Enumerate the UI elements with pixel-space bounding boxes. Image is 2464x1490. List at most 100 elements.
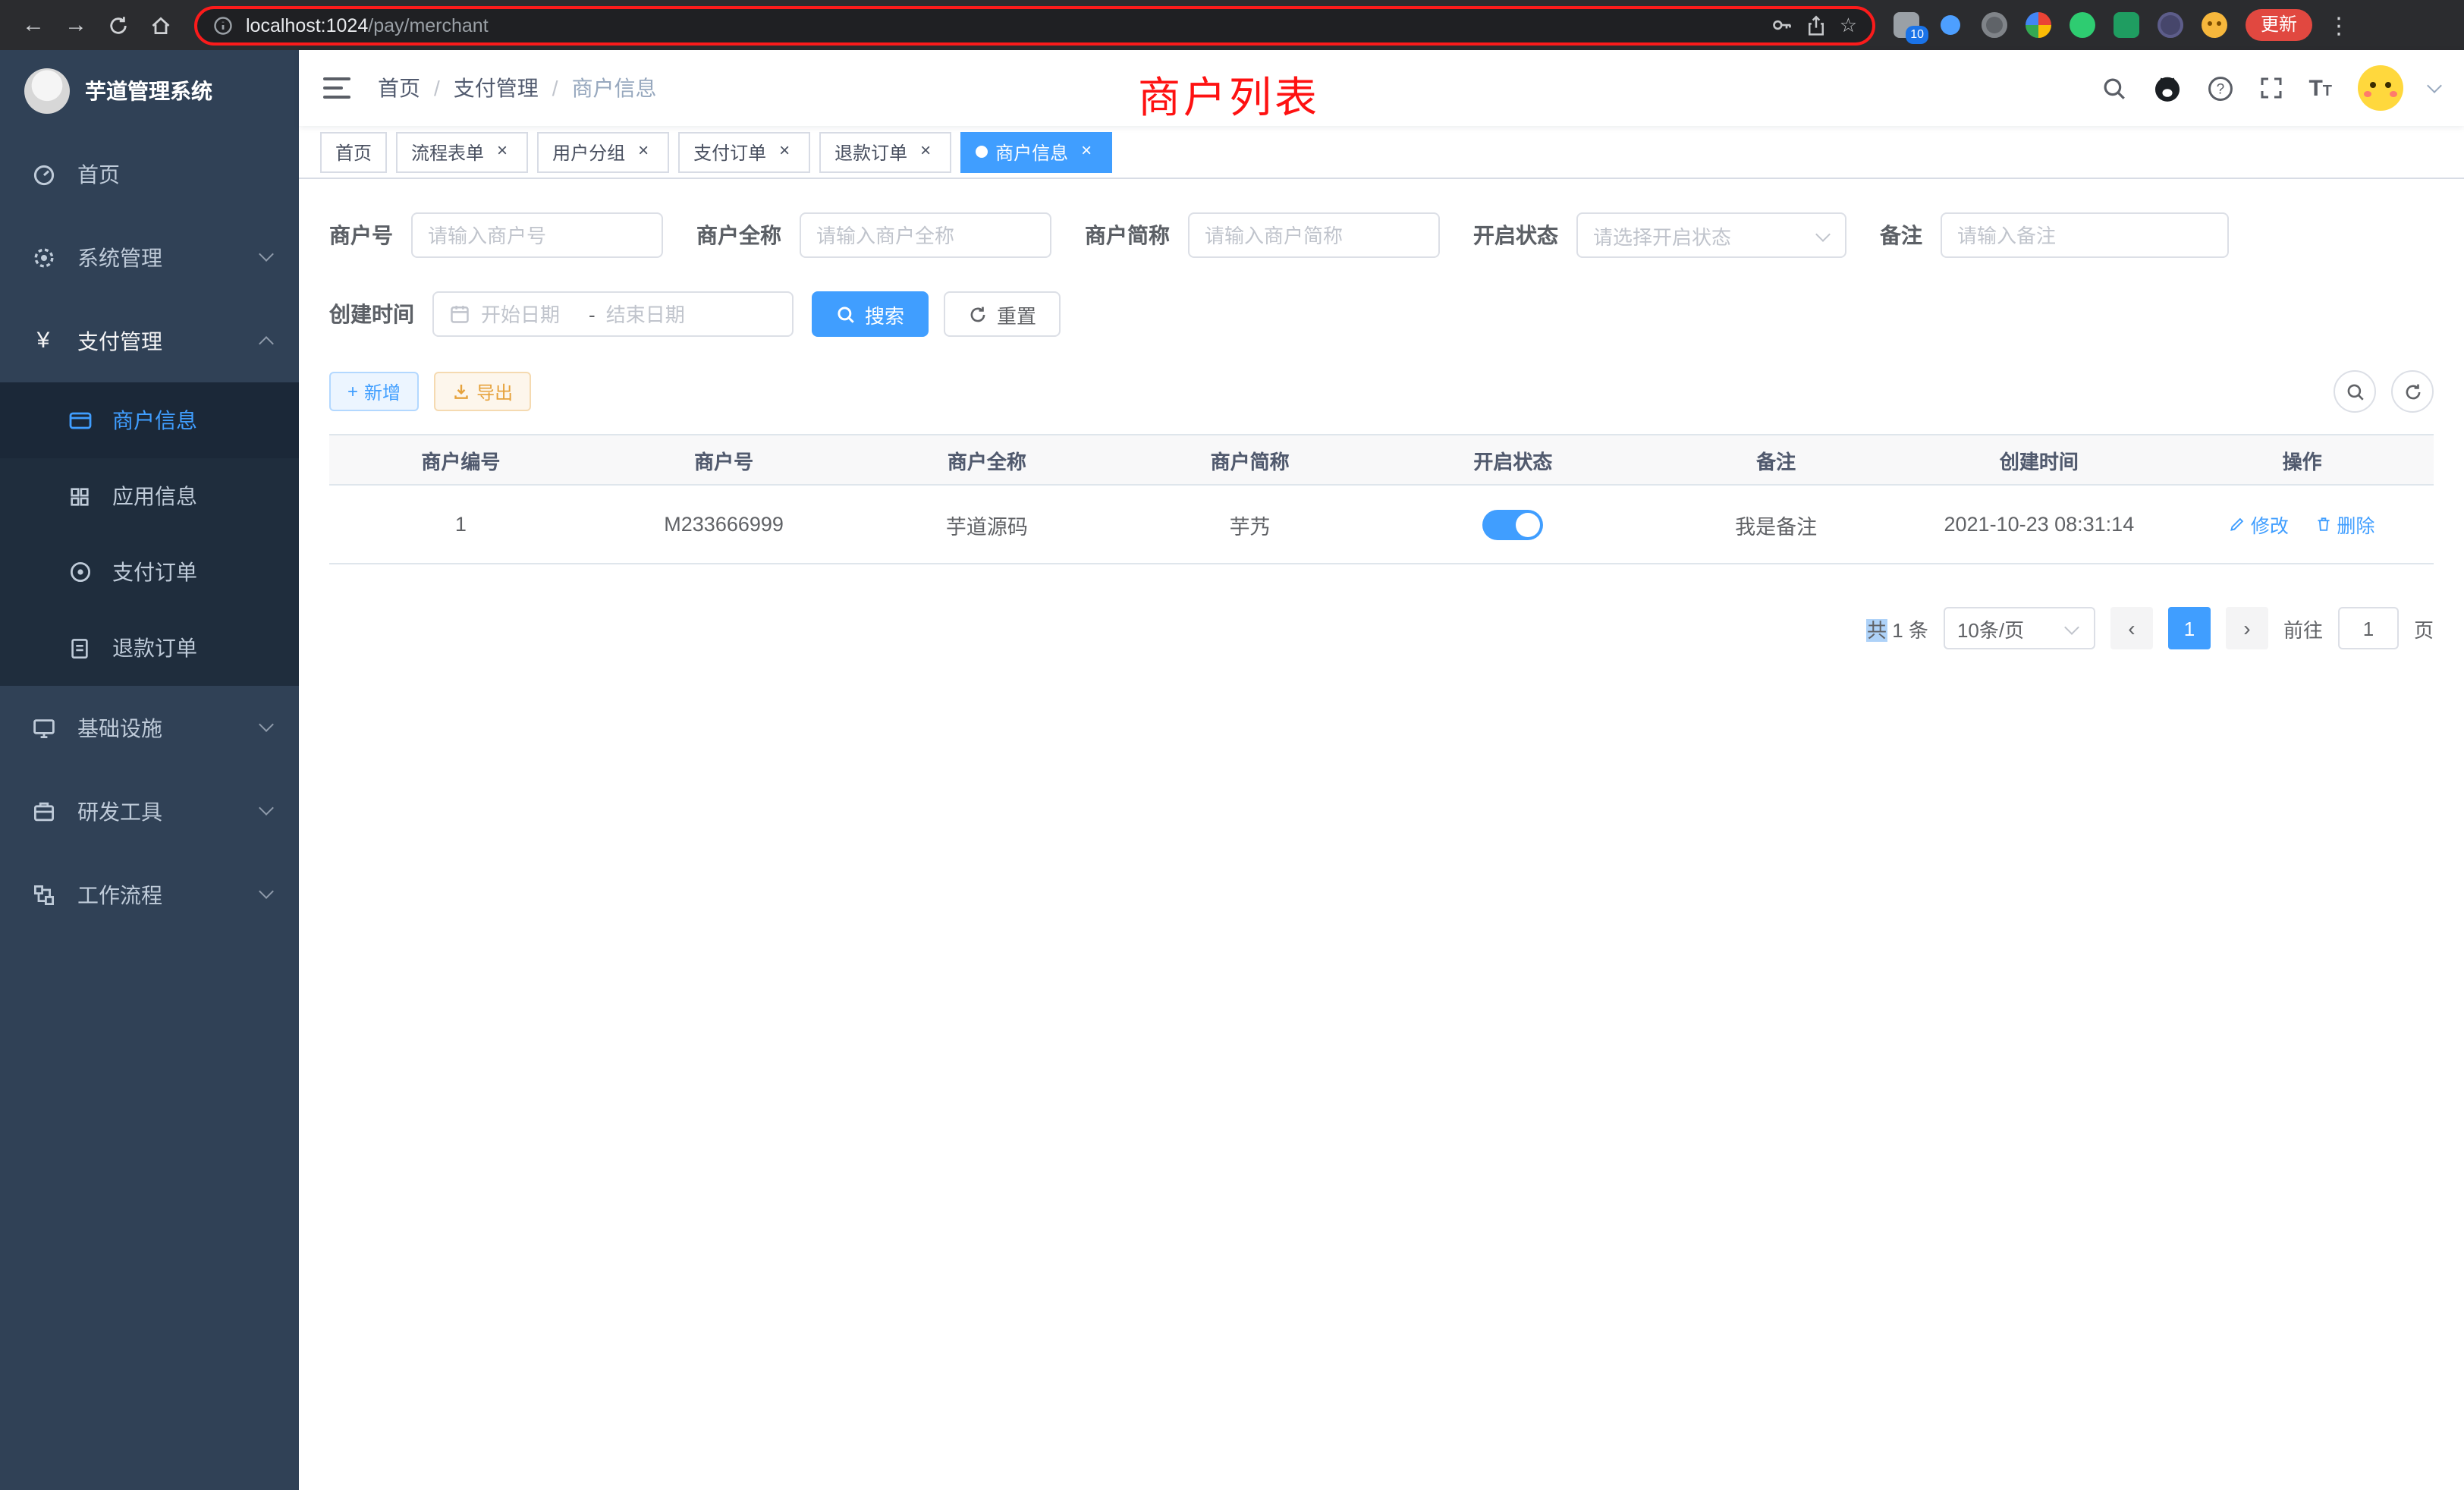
add-button[interactable]: + 新增 [329, 372, 419, 411]
sidebar-item-infrastructure[interactable]: 基础设施 [0, 686, 299, 769]
sidebar-item-workflow[interactable]: 工作流程 [0, 853, 299, 936]
prev-page-button[interactable]: ‹ [2110, 607, 2153, 649]
close-icon[interactable]: × [915, 141, 936, 162]
date-start-input[interactable] [481, 303, 578, 325]
extension-icon[interactable] [2026, 12, 2051, 38]
delete-link[interactable]: 删除 [2315, 510, 2374, 539]
sidebar-item-payment[interactable]: ¥ 支付管理 [0, 299, 299, 382]
column-header: 创建时间 [1908, 435, 2171, 485]
table-toolbar: + 新增 导出 [329, 370, 2434, 413]
chevron-down-icon [1815, 227, 1831, 242]
remark-input[interactable] [1941, 212, 2229, 258]
extension-icon[interactable] [2114, 12, 2139, 38]
pagination-total: 共 1 条 [1867, 614, 1928, 643]
filter-row-2: 创建时间 - 搜索 重置 [329, 291, 2434, 337]
filter-status: 开启状态 请选择开启状态 [1473, 212, 1846, 258]
chevron-down-icon[interactable] [2427, 77, 2442, 93]
tab-refund-order[interactable]: 退款订单 × [819, 131, 951, 172]
full-name-input[interactable] [800, 212, 1051, 258]
sidebar-item-home[interactable]: 首页 [0, 132, 299, 215]
tab-process-form[interactable]: 流程表单 × [396, 131, 528, 172]
date-end-input[interactable] [606, 303, 703, 325]
tab-label: 用户分组 [552, 139, 625, 165]
reset-button[interactable]: 重置 [944, 291, 1061, 337]
date-range-picker[interactable]: - [432, 291, 794, 337]
extension-icon[interactable] [2158, 12, 2183, 38]
sidebar-item-label: 商户信息 [112, 405, 299, 435]
browser-update-button[interactable]: 更新 [2246, 9, 2312, 41]
close-icon[interactable]: × [774, 141, 795, 162]
refresh-button[interactable] [2391, 370, 2434, 413]
github-icon[interactable] [2152, 74, 2181, 102]
extension-icon[interactable] [1941, 15, 1960, 35]
browser-back-button[interactable]: ← [15, 7, 52, 43]
status-toggle[interactable] [1482, 509, 1543, 539]
sidebar-item-pay-order[interactable]: 支付订单 [0, 534, 299, 610]
tab-home[interactable]: 首页 [320, 131, 387, 172]
merchant-no-input[interactable] [411, 212, 663, 258]
extension-icon[interactable] [2070, 12, 2095, 38]
extension-icon[interactable] [1982, 12, 2007, 38]
column-header: 备注 [1645, 435, 1908, 485]
sidebar-item-merchant-info[interactable]: 商户信息 [0, 382, 299, 458]
status-select[interactable]: 请选择开启状态 [1576, 212, 1846, 258]
forward-icon: → [64, 12, 87, 38]
edit-pencil-icon [2230, 516, 2246, 533]
next-page-button[interactable]: › [2226, 607, 2268, 649]
merchant-table: 商户编号 商户号 商户全称 商户简称 开启状态 备注 创建时间 操作 1 [329, 434, 2434, 564]
column-header: 商户编号 [329, 435, 592, 485]
export-button[interactable]: 导出 [434, 372, 531, 411]
filter-merchant-no: 商户号 [329, 212, 663, 258]
short-name-input[interactable] [1188, 212, 1440, 258]
right-tools [2334, 370, 2434, 413]
breadcrumb-section[interactable]: 支付管理 [454, 73, 539, 103]
tab-pay-order[interactable]: 支付订单 × [678, 131, 810, 172]
field-label: 备注 [1880, 220, 1922, 250]
field-label: 创建时间 [329, 299, 414, 329]
browser-home-button[interactable] [143, 7, 179, 43]
page-number-button[interactable]: 1 [2168, 607, 2211, 649]
sidebar-item-system[interactable]: 系统管理 [0, 215, 299, 299]
tab-merchant-info[interactable]: 商户信息 × [960, 131, 1112, 172]
help-icon[interactable]: ? [2207, 75, 2233, 101]
field-label: 商户全称 [696, 220, 781, 250]
extension-icon[interactable] [2202, 12, 2227, 38]
page-size-value: 10条/页 [1957, 614, 2024, 643]
browser-reload-button[interactable] [100, 7, 137, 43]
bookmark-star-icon[interactable]: ☆ [1840, 13, 1857, 37]
goto-page-input[interactable] [2338, 607, 2399, 649]
extensions-puzzle-icon[interactable]: 10 [1894, 12, 1919, 38]
user-avatar[interactable] [2358, 65, 2403, 111]
column-header: 开启状态 [1381, 435, 1645, 485]
download-icon [452, 382, 470, 401]
search-icon[interactable] [2101, 75, 2126, 101]
button-label: 重置 [997, 300, 1036, 328]
browser-forward-button[interactable]: → [58, 7, 94, 43]
sidebar-item-refund-order[interactable]: 退款订单 [0, 610, 299, 686]
dashboard-icon [30, 161, 56, 187]
search-button[interactable]: 搜索 [812, 291, 929, 337]
share-icon[interactable] [1806, 14, 1828, 36]
sidebar-item-label: 退款订单 [112, 633, 299, 663]
breadcrumb-home[interactable]: 首页 [378, 73, 420, 103]
breadcrumb-current: 商户信息 [572, 73, 657, 103]
tab-label: 支付订单 [693, 139, 766, 165]
fullscreen-icon[interactable] [2258, 76, 2283, 100]
sidebar-item-app-info[interactable]: 应用信息 [0, 458, 299, 534]
edit-link[interactable]: 修改 [2230, 510, 2289, 539]
hamburger-icon[interactable] [323, 77, 350, 99]
font-size-icon[interactable] [2308, 77, 2332, 99]
filter-remark: 备注 [1880, 212, 2229, 258]
url-host: localhost:1024 [246, 14, 368, 36]
password-key-icon[interactable] [1771, 14, 1794, 36]
tab-user-group[interactable]: 用户分组 × [537, 131, 669, 172]
address-bar[interactable]: localhost:1024/pay/merchant ☆ [194, 5, 1875, 45]
close-icon[interactable]: × [633, 141, 654, 162]
page-size-select[interactable]: 10条/页 [1944, 607, 2095, 649]
sidebar-item-devtools[interactable]: 研发工具 [0, 769, 299, 853]
close-icon[interactable]: × [492, 141, 513, 162]
browser-menu-icon[interactable]: ⋮ [2327, 11, 2350, 39]
toggle-search-button[interactable] [2334, 370, 2376, 413]
close-icon[interactable]: × [1076, 141, 1097, 162]
payment-submenu: 商户信息 应用信息 支付订单 [0, 382, 299, 686]
